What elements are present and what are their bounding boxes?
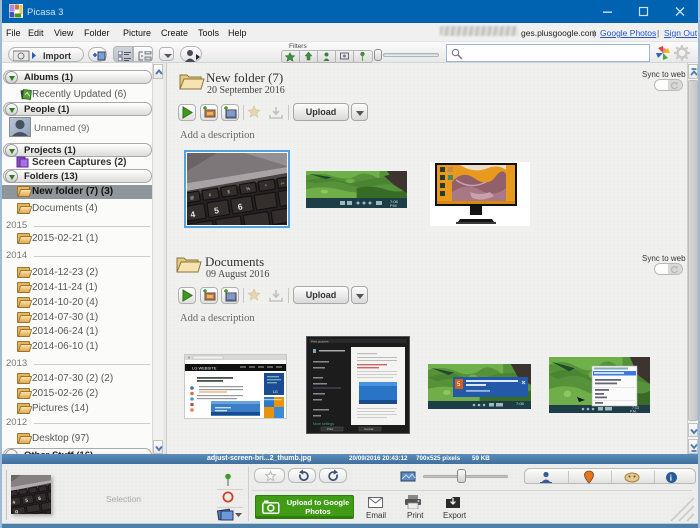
svg-text:Print pictures: Print pictures (311, 340, 329, 344)
svg-text:%: % (246, 186, 251, 192)
svg-text:LG: LG (273, 390, 278, 394)
svg-text:More settings: More settings (313, 422, 334, 426)
svg-text:P.M.: P.M. (630, 410, 637, 414)
svg-text:Print: Print (327, 427, 333, 431)
svg-text:7:08: 7:08 (516, 401, 525, 406)
svg-text:LG WEBSITE: LG WEBSITE (192, 366, 217, 371)
svg-text:Cancel: Cancel (364, 427, 374, 431)
svg-text:P.M: P.M (390, 203, 397, 208)
